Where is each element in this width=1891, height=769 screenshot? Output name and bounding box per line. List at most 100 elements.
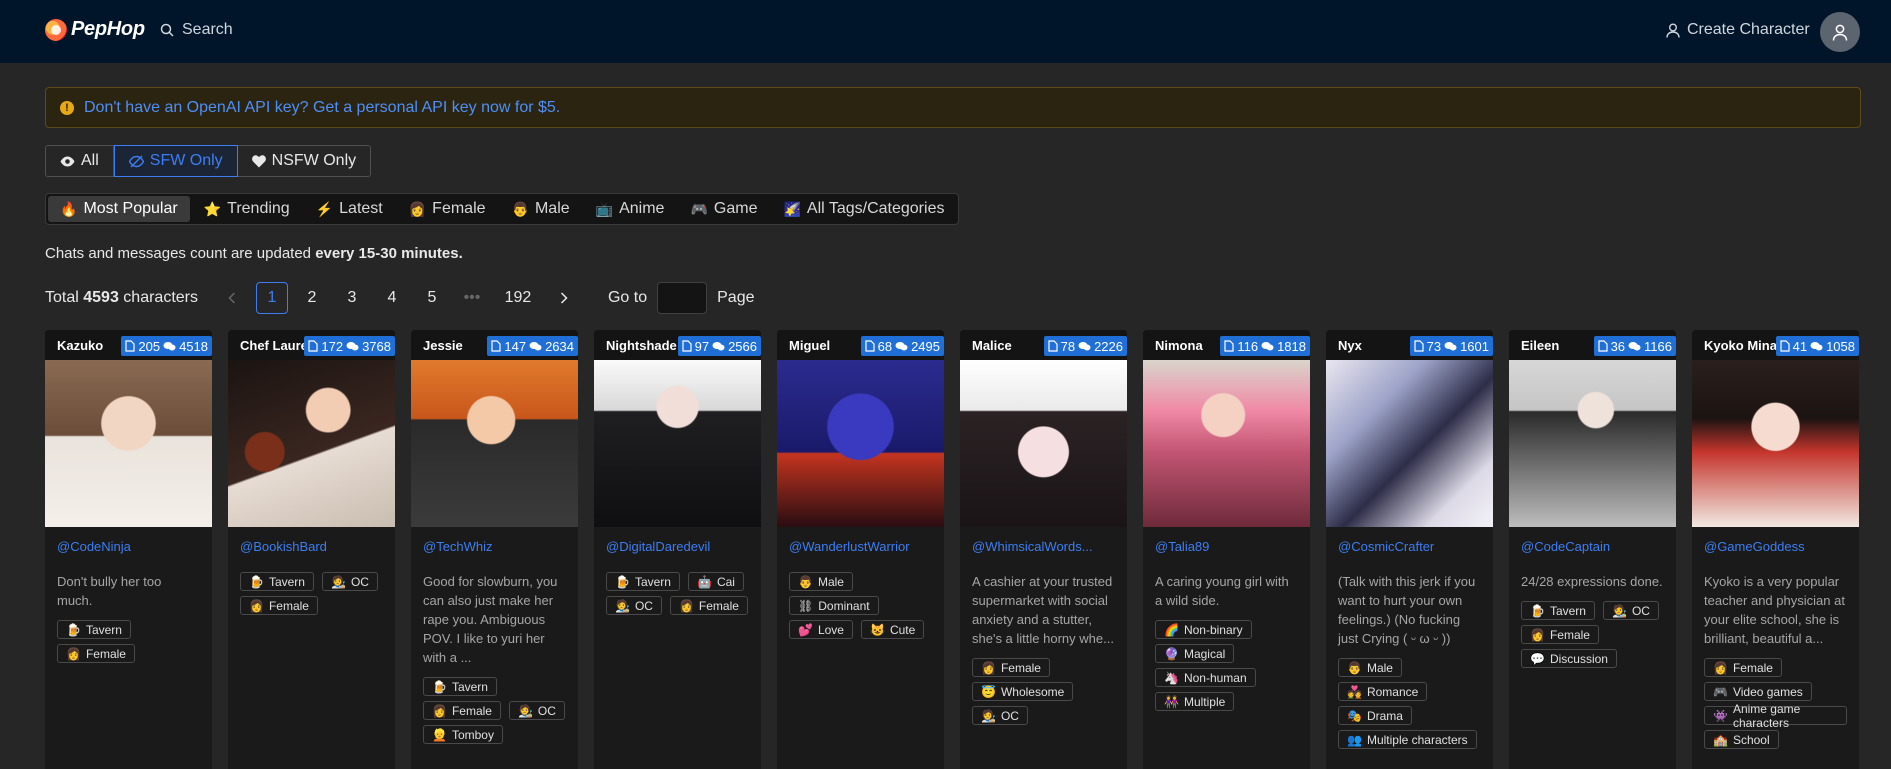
character-avatar-image[interactable] — [594, 360, 761, 527]
tag[interactable]: 🎮 Video games — [1704, 682, 1812, 701]
tag[interactable]: 👨 Male — [1338, 658, 1402, 677]
tab-latest[interactable]: ⚡ Latest — [304, 196, 395, 222]
tag[interactable]: 🔮 Magical — [1155, 644, 1235, 663]
tag[interactable]: 👩 Female — [423, 701, 501, 720]
tag[interactable]: 🧑‍🎨 OC — [321, 572, 378, 591]
message-count-icon — [529, 341, 542, 350]
character-avatar-image[interactable] — [1143, 360, 1310, 527]
tab-anime[interactable]: 📺 Anime — [584, 196, 677, 222]
tag[interactable]: 😇 Wholesome — [972, 682, 1074, 701]
tag[interactable]: 👨 Male — [789, 572, 853, 591]
page-last[interactable]: 192 — [502, 282, 534, 314]
page-label: Page — [717, 289, 755, 306]
character-avatar-image[interactable] — [45, 360, 212, 527]
tag[interactable]: 👭 Multiple — [1155, 692, 1235, 711]
tag[interactable]: 👱 Tomboy — [423, 725, 503, 744]
filter-sfw[interactable]: SFW Only — [113, 145, 238, 177]
page-4[interactable]: 4 — [376, 282, 408, 314]
filter-all[interactable]: All — [46, 146, 114, 176]
character-card[interactable]: Chef Lauren 172 3768 @BookishBard 🍺 Tavern 🧑‍🎨… — [228, 330, 395, 769]
author-link[interactable]: @CodeCaptain — [1521, 539, 1664, 554]
tag[interactable]: 🧑‍🎨 OC — [508, 701, 565, 720]
tag[interactable]: 👾 Anime game characters — [1704, 702, 1847, 730]
tag[interactable]: 🎭 Drama — [1338, 706, 1412, 725]
page-5[interactable]: 5 — [416, 282, 448, 314]
tag[interactable]: 🏫 School — [1704, 730, 1779, 749]
tag[interactable]: 🍺 Tavern — [57, 620, 131, 639]
author-link[interactable]: @Talia89 — [1155, 539, 1298, 554]
character-avatar-image[interactable] — [1692, 360, 1859, 527]
page-1[interactable]: 1 — [255, 282, 288, 314]
tag[interactable]: 🌈 Non-binary — [1155, 620, 1252, 639]
avatar[interactable] — [1820, 12, 1860, 52]
tag[interactable]: 🧑‍🎨 OC — [972, 706, 1028, 725]
tag-emoji-icon: 🧑‍🎨 — [1611, 603, 1627, 618]
character-card[interactable]: Nimona 116 1818 @Talia89 A caring young girl… — [1143, 330, 1310, 769]
author-link[interactable]: @CodeNinja — [57, 539, 200, 554]
character-card[interactable]: Malice 78 2226 @WhimsicalWords... A cashier … — [960, 330, 1127, 769]
tab-female[interactable]: 👩 Female — [397, 196, 498, 222]
filter-nsfw[interactable]: NSFW Only — [238, 146, 370, 176]
tag[interactable]: 🍺 Tavern — [606, 572, 680, 591]
character-card[interactable]: Nightshade 97 2566 @DigitalDaredevil 🍺 Tavern… — [594, 330, 761, 769]
tab-game[interactable]: 🎮 Game — [678, 196, 769, 222]
character-card[interactable]: Kazuko 205 4518 @CodeNinja Don't bully her t… — [45, 330, 212, 769]
page-2[interactable]: 2 — [296, 282, 328, 314]
tab-trending[interactable]: ⭐ Trending — [192, 196, 302, 222]
character-card[interactable]: Jessie 147 2634 @TechWhiz Good for slowburn,… — [411, 330, 578, 769]
tag[interactable]: 💑 Romance — [1338, 682, 1428, 701]
next-page-button[interactable] — [548, 282, 580, 314]
tab-all-tags[interactable]: 🌠 All Tags/Categories — [771, 196, 956, 222]
goto-page-input[interactable] — [657, 282, 708, 314]
author-link[interactable]: @CosmicCrafter — [1338, 539, 1481, 554]
author-link[interactable]: @GameGoddess — [1704, 539, 1847, 554]
tag-label: OC — [1631, 603, 1650, 618]
character-avatar-image[interactable] — [228, 360, 395, 527]
prev-page-button[interactable] — [216, 282, 248, 314]
author-link[interactable]: @WanderlustWarrior — [789, 539, 932, 554]
stats-badge: 36 1166 — [1593, 336, 1676, 356]
tag[interactable]: 🤖 Cai — [687, 572, 744, 591]
page-ellipsis[interactable]: ••• — [456, 282, 488, 314]
tag[interactable]: 💕 Love — [789, 620, 853, 639]
character-avatar-image[interactable] — [1509, 360, 1676, 527]
tag[interactable]: 👩 Female — [240, 596, 318, 615]
character-avatar-image[interactable] — [411, 360, 578, 527]
tag[interactable]: 😺 Cute — [860, 620, 925, 639]
author-link[interactable]: @WhimsicalWords... — [972, 539, 1115, 554]
character-avatar-image[interactable] — [960, 360, 1127, 527]
logo[interactable]: PepHop — [45, 18, 145, 41]
tag[interactable]: 👩 Female — [1704, 658, 1782, 677]
character-card[interactable]: Nyx 73 1601 @CosmicCrafter (Talk with this j… — [1326, 330, 1493, 769]
character-avatar-image[interactable] — [1326, 360, 1493, 527]
message-count: 3768 — [362, 338, 391, 354]
tag[interactable]: 🧑‍🎨 OC — [1602, 601, 1659, 620]
tag[interactable]: 🦄 Non-human — [1155, 668, 1256, 687]
tag[interactable]: 👩 Female — [1521, 625, 1599, 644]
character-card[interactable]: Miguel 68 2495 @WanderlustWarrior 👨 Male ⛓ Domi… — [777, 330, 944, 769]
tag[interactable]: 👥 Multiple characters — [1338, 730, 1477, 749]
tag-emoji-icon: 🌈 — [1164, 622, 1179, 637]
character-avatar-image[interactable] — [777, 360, 944, 527]
api-key-link[interactable]: Don't have an OpenAI API key? Get a pers… — [84, 99, 560, 117]
tag[interactable]: ⛓ Dominant — [789, 596, 879, 615]
create-character-button[interactable]: Create Character — [1666, 21, 1810, 39]
tag[interactable]: 🍺 Tavern — [1521, 601, 1595, 620]
tag[interactable]: 👩 Female — [972, 658, 1050, 677]
author-link[interactable]: @BookishBard — [240, 539, 383, 554]
search-button[interactable]: Search — [160, 21, 233, 39]
character-card[interactable]: Eileen 36 1166 @CodeCaptain 24/28 expression… — [1509, 330, 1676, 769]
tag[interactable]: 💬 Discussion — [1521, 649, 1617, 668]
tab-male[interactable]: 👨 Male — [500, 196, 582, 222]
tag[interactable]: 🍺 Tavern — [240, 572, 314, 591]
tag[interactable]: 👩 Female — [57, 644, 135, 663]
tag[interactable]: 🧑‍🎨 OC — [606, 596, 662, 615]
author-link[interactable]: @DigitalDaredevil — [606, 539, 749, 554]
tag-emoji-icon: 🤖 — [696, 574, 712, 589]
author-link[interactable]: @TechWhiz — [423, 539, 566, 554]
character-card[interactable]: Kyoko Minazuki 41 1058 @GameGoddess Kyoko is… — [1692, 330, 1859, 769]
tag[interactable]: 👩 Female — [669, 596, 748, 615]
page-3[interactable]: 3 — [336, 282, 368, 314]
tab-most-popular[interactable]: 🔥 Most Popular — [48, 196, 190, 222]
tag[interactable]: 🍺 Tavern — [423, 677, 497, 696]
